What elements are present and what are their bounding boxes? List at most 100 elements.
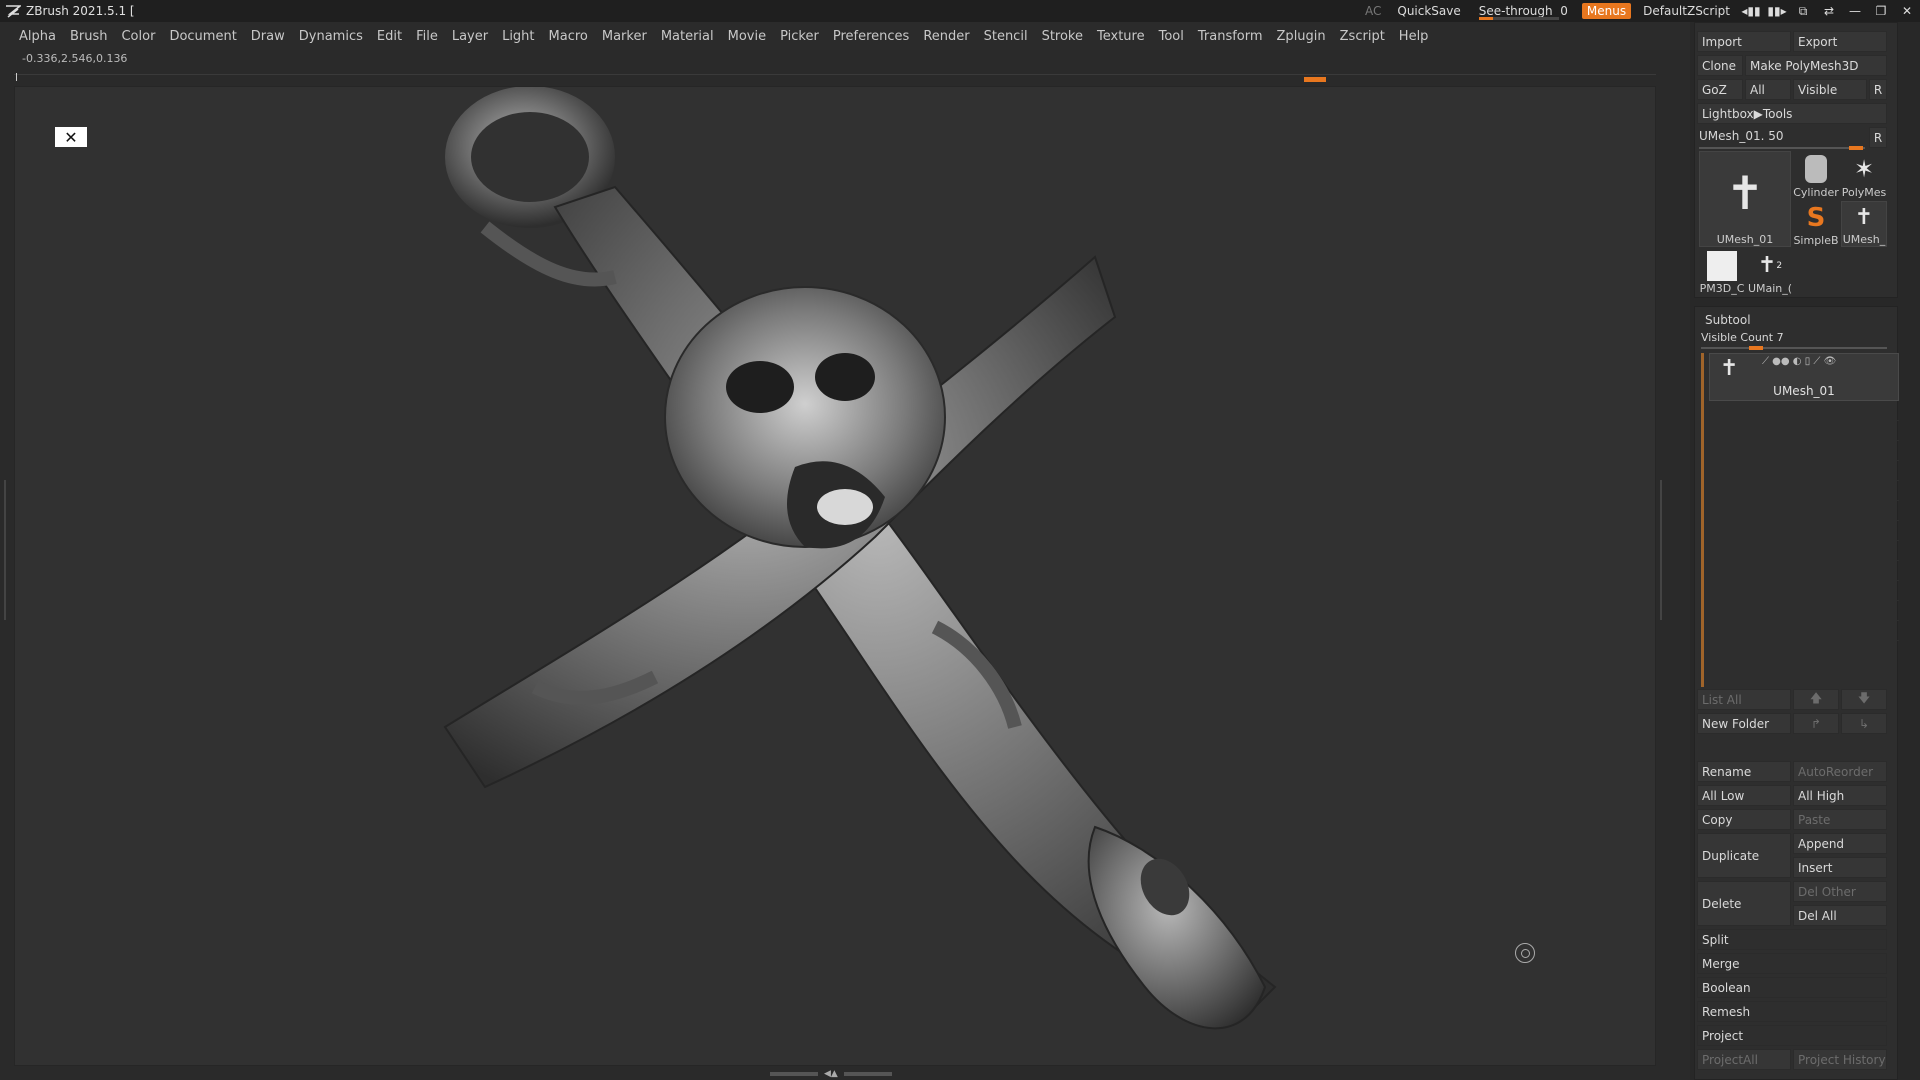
boolean-subpalette[interactable]: Boolean <box>1697 977 1887 998</box>
visible-count-slider-label[interactable]: Visible Count 7 <box>1701 331 1784 344</box>
seethrough-slider[interactable]: See-through 0 <box>1469 0 1578 22</box>
bottom-tray-handle[interactable]: ◀▲ <box>770 1069 900 1079</box>
menu-help[interactable]: Help <box>1392 29 1436 44</box>
subtool-title[interactable]: Subtool <box>1705 313 1751 327</box>
restore-icon[interactable]: ❐ <box>1868 0 1894 22</box>
menu-layer[interactable]: Layer <box>445 29 495 44</box>
append-button[interactable]: Append <box>1793 833 1887 854</box>
insert-button[interactable]: Insert <box>1793 857 1887 878</box>
menu-zplugin[interactable]: Zplugin <box>1270 29 1333 44</box>
right-tray-handle[interactable] <box>1660 480 1666 620</box>
layout-icon[interactable]: ⧉ <box>1790 0 1816 22</box>
timeline-marker[interactable] <box>1304 77 1326 82</box>
project-all-button[interactable]: ProjectAll <box>1697 1049 1791 1070</box>
timeline-ruler[interactable] <box>14 73 1656 82</box>
all-low-button[interactable]: All Low <box>1697 785 1791 806</box>
menu-stencil[interactable]: Stencil <box>977 29 1035 44</box>
tool-thumb-cylinder-label: Cylinder <box>1793 186 1839 199</box>
tool-thumb-simplebrush-label: SimpleB <box>1793 234 1839 247</box>
menu-macro[interactable]: Macro <box>542 29 595 44</box>
subtool-scrollbar[interactable] <box>1701 353 1704 687</box>
quicksave-button[interactable]: QuickSave <box>1389 0 1468 22</box>
all-high-button[interactable]: All High <box>1793 785 1887 806</box>
delete-button[interactable]: Delete <box>1697 881 1791 926</box>
subtool-list: ✝ ⟋ ●● ◐ ▯ ⟋ 👁 UMesh_01 <box>1709 353 1899 641</box>
menu-color[interactable]: Color <box>114 29 162 44</box>
tool-thumb-simplebrush[interactable]: S SimpleB <box>1793 201 1839 247</box>
ac-button[interactable]: AC <box>1357 0 1389 22</box>
export-button[interactable]: Export <box>1793 31 1887 52</box>
project-history-button[interactable]: Project History <box>1793 1049 1887 1070</box>
menu-dynamics[interactable]: Dynamics <box>292 29 370 44</box>
menu-zscript[interactable]: Zscript <box>1333 29 1392 44</box>
import-button[interactable]: Import <box>1697 31 1791 52</box>
subtool-row-active[interactable]: ✝ ⟋ ●● ◐ ▯ ⟋ 👁 UMesh_01 <box>1709 353 1899 401</box>
menu-tool[interactable]: Tool <box>1152 29 1191 44</box>
current-tool-slider[interactable] <box>1699 146 1865 150</box>
make-polymesh-button[interactable]: Make PolyMesh3D <box>1745 55 1887 76</box>
split-subpalette[interactable]: Split <box>1697 929 1887 950</box>
paste-button[interactable]: Paste <box>1793 809 1887 830</box>
tool-thumb-umain[interactable]: ✝ 2 UMain_( <box>1747 249 1793 295</box>
default-zscript-button[interactable]: DefaultZScript <box>1635 0 1738 22</box>
menu-preferences[interactable]: Preferences <box>826 29 916 44</box>
menu-render[interactable]: Render <box>916 29 976 44</box>
swap-layout-icon[interactable]: ⇄ <box>1816 0 1842 22</box>
title-bar: ZBrush 2021.5.1 [ AC QuickSave See-throu… <box>0 0 1920 22</box>
menu-document[interactable]: Document <box>162 29 243 44</box>
shrink-panels-icon[interactable]: ◂▮▮ <box>1738 0 1764 22</box>
menu-draw[interactable]: Draw <box>244 29 292 44</box>
duplicate-button[interactable]: Duplicate <box>1697 833 1791 878</box>
del-all-button[interactable]: Del All <box>1793 905 1887 926</box>
autoreorder-button[interactable]: AutoReorder <box>1793 761 1887 782</box>
left-tray-handle[interactable] <box>4 480 10 620</box>
copy-button[interactable]: Copy <box>1697 809 1791 830</box>
menu-light[interactable]: Light <box>495 29 541 44</box>
merge-subpalette[interactable]: Merge <box>1697 953 1887 974</box>
close-icon[interactable]: ✕ <box>1894 0 1920 22</box>
goz-button[interactable]: GoZ <box>1697 79 1743 100</box>
tool-thumb-polymesh[interactable]: ✶ PolyMes <box>1841 151 1887 199</box>
new-folder-button[interactable]: New Folder <box>1697 713 1791 734</box>
canvas-viewport[interactable]: ✕ <box>14 86 1656 1066</box>
subtool-empty-slot <box>1709 401 1899 421</box>
tool-thumb-cylinder[interactable]: Cylinder <box>1793 151 1839 199</box>
rename-button[interactable]: Rename <box>1697 761 1791 782</box>
goz-visible-button[interactable]: Visible <box>1793 79 1867 100</box>
folder-in-icon[interactable]: ↱ <box>1793 713 1839 734</box>
menu-alpha[interactable]: Alpha <box>12 29 63 44</box>
goz-all-button[interactable]: All <box>1745 79 1791 100</box>
lightbox-tools-button[interactable]: Lightbox▶Tools <box>1697 103 1887 124</box>
remesh-subpalette[interactable]: Remesh <box>1697 1001 1887 1022</box>
menu-marker[interactable]: Marker <box>595 29 654 44</box>
visible-count-slider-knob <box>1749 346 1763 350</box>
menu-material[interactable]: Material <box>654 29 721 44</box>
del-other-button[interactable]: Del Other <box>1793 881 1887 902</box>
project-subpalette[interactable]: Project <box>1697 1025 1887 1046</box>
tool-thumb-umesh01[interactable]: ✝ UMesh_01 <box>1699 151 1791 247</box>
goz-r-button[interactable]: R <box>1869 79 1887 100</box>
move-down-icon[interactable]: 🡇 <box>1841 689 1887 710</box>
menu-file[interactable]: File <box>409 29 445 44</box>
menu-brush[interactable]: Brush <box>63 29 115 44</box>
menu-movie[interactable]: Movie <box>721 29 773 44</box>
move-up-icon[interactable]: 🡅 <box>1793 689 1839 710</box>
minimize-icon[interactable]: — <box>1842 0 1868 22</box>
tool-thumb-pm3d[interactable]: PM3D_C <box>1699 249 1745 295</box>
expand-panels-icon[interactable]: ▮▮▸ <box>1764 0 1790 22</box>
subtool-toggles-icon[interactable]: ⟋ ●● ◐ ▯ ⟋ 👁 <box>1762 356 1836 367</box>
gizmo-target-icon[interactable] <box>1515 943 1535 963</box>
clone-button[interactable]: Clone <box>1697 55 1743 76</box>
visible-count-slider[interactable] <box>1701 346 1887 350</box>
list-all-button[interactable]: List All <box>1697 689 1791 710</box>
current-tool-slider-label[interactable]: UMesh_01. 50 <box>1699 129 1784 143</box>
menu-transform[interactable]: Transform <box>1191 29 1270 44</box>
menu-stroke[interactable]: Stroke <box>1035 29 1090 44</box>
tool-thumb-umesh-small[interactable]: ✝ UMesh_ <box>1841 201 1887 247</box>
menu-edit[interactable]: Edit <box>370 29 409 44</box>
tool-r-button[interactable]: R <box>1869 127 1887 148</box>
menus-toggle-button[interactable]: Menus <box>1581 3 1632 19</box>
menu-picker[interactable]: Picker <box>773 29 826 44</box>
folder-out-icon[interactable]: ↳ <box>1841 713 1887 734</box>
menu-texture[interactable]: Texture <box>1090 29 1152 44</box>
